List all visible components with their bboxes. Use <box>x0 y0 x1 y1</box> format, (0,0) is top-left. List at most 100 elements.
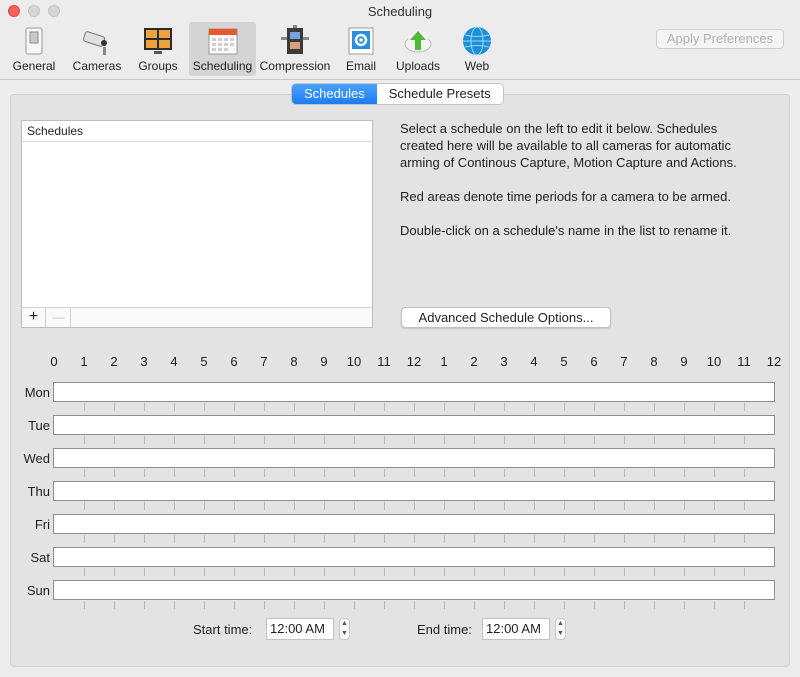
hour-tick <box>654 469 655 477</box>
hour-tick <box>564 403 565 411</box>
hour-label: 7 <box>260 354 268 369</box>
hour-label: 6 <box>590 354 598 369</box>
hour-tick <box>684 469 685 477</box>
hour-tick <box>684 568 685 576</box>
hour-tick <box>714 535 715 543</box>
hour-tick <box>114 403 115 411</box>
end-time-stepper[interactable]: ▲ ▼ <box>555 618 566 640</box>
hour-tick <box>84 535 85 543</box>
hour-label: 2 <box>110 354 118 369</box>
tab-schedule-presets[interactable]: Schedule Presets <box>377 84 503 104</box>
hour-tick <box>714 568 715 576</box>
hour-tick <box>414 436 415 444</box>
hour-tick <box>474 403 475 411</box>
hour-tick <box>204 403 205 411</box>
hour-tick <box>564 568 565 576</box>
cloud-upload-icon <box>404 31 432 53</box>
remove-schedule-button[interactable]: — <box>47 308 71 327</box>
day-schedule-bar[interactable] <box>53 415 775 435</box>
hour-tick <box>744 403 745 411</box>
hour-tick <box>534 568 535 576</box>
hour-label: 11 <box>737 354 751 369</box>
hour-tick <box>264 535 265 543</box>
hour-tick <box>234 601 235 609</box>
hour-tick <box>144 403 145 411</box>
day-schedule-bar[interactable] <box>53 580 775 600</box>
hour-tick <box>564 601 565 609</box>
start-time-stepper[interactable]: ▲ ▼ <box>339 618 350 640</box>
day-schedule-bar[interactable] <box>53 514 775 534</box>
day-schedule-bar[interactable] <box>53 448 775 468</box>
day-schedule-bar[interactable] <box>53 547 775 567</box>
day-schedule-bar[interactable] <box>53 382 775 402</box>
hour-tick <box>744 568 745 576</box>
tab-schedules[interactable]: Schedules <box>292 84 377 104</box>
hour-tick <box>594 469 595 477</box>
toolbar-label: Groups <box>138 59 178 73</box>
hour-tick <box>474 535 475 543</box>
hour-tick <box>414 568 415 576</box>
hour-tick <box>114 601 115 609</box>
hour-tick <box>414 601 415 609</box>
hour-tick <box>294 568 295 576</box>
hour-tick <box>264 502 265 510</box>
toolbar-divider <box>0 79 800 80</box>
hour-tick <box>384 403 385 411</box>
hour-tick <box>744 601 745 609</box>
hour-tick <box>444 502 445 510</box>
hour-tick <box>624 436 625 444</box>
hour-tick <box>324 568 325 576</box>
toolbar-item-web[interactable]: Web <box>454 22 500 76</box>
hour-tick <box>744 502 745 510</box>
hour-tick <box>294 502 295 510</box>
hour-tick <box>444 403 445 411</box>
hour-tick <box>294 403 295 411</box>
toolbar-item-email[interactable]: Email <box>338 22 384 76</box>
hour-tick <box>294 469 295 477</box>
hour-tick <box>264 469 265 477</box>
day-schedule-bar[interactable] <box>53 481 775 501</box>
hour-tick <box>624 469 625 477</box>
toolbar-item-cameras[interactable]: Cameras <box>68 22 126 76</box>
hour-tick <box>114 469 115 477</box>
email-gear-icon <box>348 27 374 55</box>
info-paragraph-1: Select a schedule on the left to edit it… <box>400 120 770 171</box>
hour-tick <box>204 436 205 444</box>
hour-tick <box>294 436 295 444</box>
calendar-icon <box>208 28 237 55</box>
apply-preferences-button[interactable]: Apply Preferences <box>656 29 784 49</box>
hour-tick <box>264 568 265 576</box>
toolbar-item-uploads[interactable]: Uploads <box>392 22 444 76</box>
hour-tick <box>744 535 745 543</box>
hour-tick <box>234 535 235 543</box>
day-label: Thu <box>27 484 50 499</box>
hour-tick <box>444 568 445 576</box>
toolbar-item-groups[interactable]: Groups <box>132 22 184 76</box>
start-time-label: Start time: <box>193 622 253 637</box>
end-time-field[interactable]: 12:00 AM <box>482 618 550 640</box>
hour-tick <box>354 436 355 444</box>
advanced-schedule-options-button[interactable]: Advanced Schedule Options... <box>401 307 611 328</box>
hour-tick <box>144 568 145 576</box>
hour-tick <box>174 601 175 609</box>
hour-tick <box>234 436 235 444</box>
info-line: arming of Continous Capture, Motion Capt… <box>400 155 737 170</box>
hour-tick <box>684 403 685 411</box>
hour-tick <box>594 601 595 609</box>
schedules-list[interactable]: Schedules + — <box>21 120 373 328</box>
toolbar-item-general[interactable]: General <box>8 22 60 76</box>
hour-tick <box>624 502 625 510</box>
hour-tick <box>174 403 175 411</box>
hour-tick <box>324 436 325 444</box>
toolbar-item-compression[interactable]: Compression <box>259 22 331 76</box>
list-column-header[interactable]: Schedules <box>22 121 372 142</box>
toolbar-item-scheduling[interactable]: Scheduling <box>189 22 256 76</box>
start-time-field[interactable]: 12:00 AM <box>266 618 334 640</box>
add-schedule-button[interactable]: + <box>22 308 46 327</box>
hour-tick <box>354 601 355 609</box>
hour-tick <box>114 436 115 444</box>
day-label: Sun <box>26 583 50 598</box>
hour-tick <box>504 502 505 510</box>
hour-label: 3 <box>500 354 508 369</box>
hour-tick <box>324 535 325 543</box>
